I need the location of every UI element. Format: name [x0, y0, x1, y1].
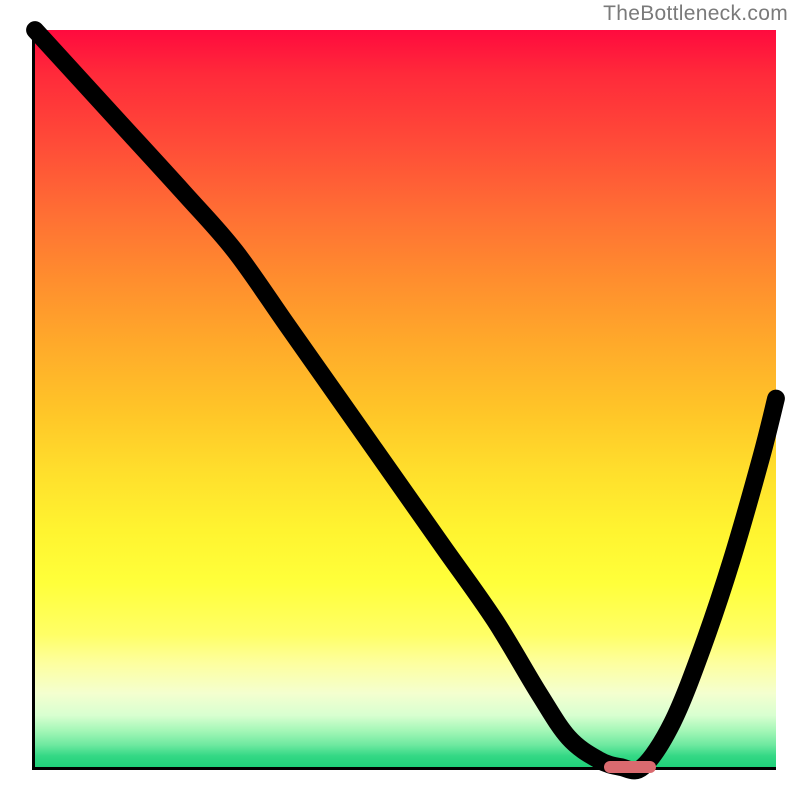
bottleneck-curve: [35, 30, 776, 767]
plot-area: [32, 30, 776, 770]
chart-stage: TheBottleneck.com: [0, 0, 800, 800]
watermark-text: TheBottleneck.com: [603, 2, 788, 26]
optimum-marker: [604, 761, 656, 773]
